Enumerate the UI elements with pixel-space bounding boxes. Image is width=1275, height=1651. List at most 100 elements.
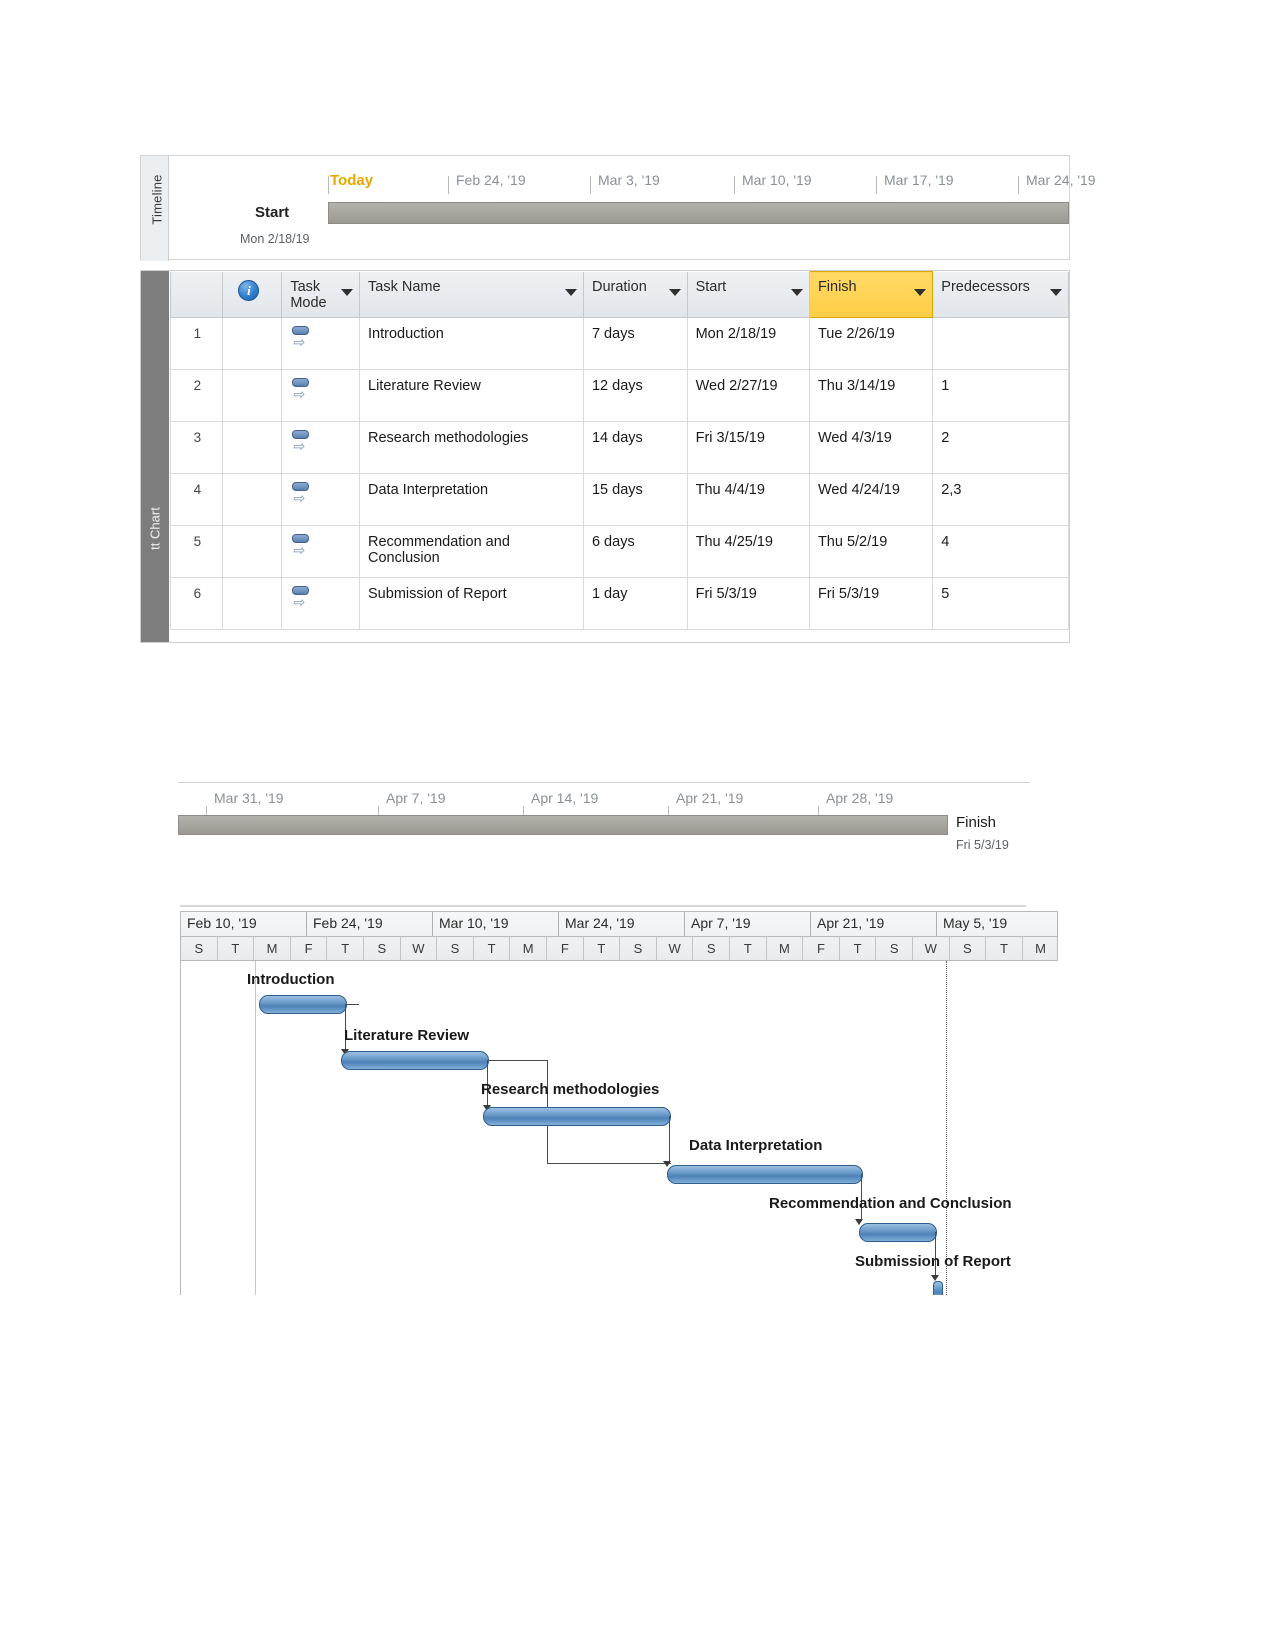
timeline-side-tab[interactable]: Timeline: [141, 156, 169, 261]
row-predecessors[interactable]: 4: [932, 524, 1069, 578]
timeline-canvas[interactable]: Today Feb 24, '19 Mar 3, '19 Mar 10, '19…: [170, 156, 1096, 259]
table-row[interactable]: 1 ⇨ Introduction 7 days Mon 2/18/19 Tue …: [170, 316, 1069, 370]
column-header-id[interactable]: [170, 271, 223, 318]
timeline-date-label: Mar 10, '19: [742, 172, 812, 188]
gantt-timescale-header[interactable]: Feb 10, '19 Feb 24, '19 Mar 10, '19 Mar …: [180, 911, 1058, 961]
row-finish[interactable]: Wed 4/24/19: [808, 472, 934, 526]
chevron-down-icon[interactable]: [564, 288, 577, 296]
column-header-start[interactable]: Start: [686, 271, 810, 318]
gantt-top-rule: [180, 905, 1026, 907]
gantt-bar-data-interpretation[interactable]: [667, 1165, 863, 1184]
timeline-rule: [178, 782, 1030, 783]
row-start[interactable]: Mon 2/18/19: [686, 316, 810, 370]
timescale-day: F: [290, 936, 328, 960]
row-task-mode[interactable]: ⇨: [281, 524, 361, 578]
row-start[interactable]: Wed 2/27/19: [686, 368, 810, 422]
table-row[interactable]: 3 ⇨ Research methodologies 14 days Fri 3…: [170, 420, 1069, 474]
row-info[interactable]: [221, 576, 283, 630]
task-table-body: 1 ⇨ Introduction 7 days Mon 2/18/19 Tue …: [170, 316, 1069, 630]
chevron-down-icon[interactable]: [668, 288, 681, 296]
row-finish[interactable]: Fri 5/3/19: [808, 576, 934, 630]
timescale-week: Feb 10, '19: [181, 912, 307, 936]
bar-label: Literature Review: [344, 1027, 470, 1044]
row-info[interactable]: [221, 420, 283, 474]
row-task-mode[interactable]: ⇨: [281, 316, 361, 370]
row-task-mode[interactable]: ⇨: [281, 420, 361, 474]
gantt-chart-side-tab[interactable]: tt Chart: [141, 271, 169, 642]
row-duration[interactable]: 6 days: [582, 524, 688, 578]
row-start[interactable]: Thu 4/4/19: [686, 472, 810, 526]
column-header-task-mode[interactable]: Task Mode: [281, 271, 361, 318]
row-task-name[interactable]: Literature Review: [359, 368, 584, 422]
row-info[interactable]: [221, 316, 283, 370]
chevron-down-icon[interactable]: [341, 288, 354, 296]
row-start[interactable]: Thu 4/25/19: [686, 524, 810, 578]
row-info[interactable]: [221, 472, 283, 526]
row-duration[interactable]: 12 days: [582, 368, 688, 422]
row-finish[interactable]: Wed 4/3/19: [808, 420, 934, 474]
row-predecessors[interactable]: 2,3: [932, 472, 1069, 526]
table-header-row: i Task Mode Task Name Duration Start Fin…: [170, 271, 1069, 318]
dependency-link: [487, 1060, 547, 1061]
row-task-name[interactable]: Recommendation and Conclusion: [359, 524, 584, 578]
gantt-bar-recommendation-and-conclusion[interactable]: [859, 1223, 937, 1242]
column-header-finish[interactable]: Finish: [808, 271, 934, 318]
row-task-name[interactable]: Introduction: [359, 316, 584, 370]
column-header-task-name[interactable]: Task Name: [359, 271, 584, 318]
row-start[interactable]: Fri 3/15/19: [686, 420, 810, 474]
row-task-mode[interactable]: ⇨: [281, 576, 361, 630]
timeline-span-bar[interactable]: [328, 202, 1069, 224]
gantt-bar-submission-of-report[interactable]: [933, 1281, 943, 1295]
row-start[interactable]: Fri 5/3/19: [686, 576, 810, 630]
timescale-day: T: [839, 936, 877, 960]
timescale-day: M: [1022, 936, 1057, 960]
timeline-date-label: Apr 7, '19: [386, 790, 446, 806]
chevron-down-icon[interactable]: [914, 289, 927, 296]
timescale-day: S: [181, 936, 218, 960]
timeline-span-bar[interactable]: [178, 815, 948, 835]
timescale-day: T: [986, 936, 1023, 960]
column-header-task-mode-label: Task Mode: [290, 278, 327, 311]
timescale-day: M: [766, 936, 804, 960]
row-task-name[interactable]: Data Interpretation: [359, 472, 584, 526]
gantt-bar-literature-review[interactable]: [341, 1051, 489, 1070]
column-header-task-name-label: Task Name: [368, 278, 441, 295]
table-row[interactable]: 6 ⇨ Submission of Report 1 day Fri 5/3/1…: [170, 576, 1069, 630]
row-predecessors[interactable]: [932, 316, 1069, 370]
row-task-mode[interactable]: ⇨: [281, 368, 361, 422]
task-table[interactable]: i Task Mode Task Name Duration Start Fin…: [170, 271, 1069, 630]
gantt-chart: Feb 10, '19 Feb 24, '19 Mar 10, '19 Mar …: [180, 905, 1059, 1295]
row-task-name[interactable]: Research methodologies: [359, 420, 584, 474]
table-row[interactable]: 5 ⇨ Recommendation and Conclusion 6 days…: [170, 524, 1069, 578]
timescale-week: Feb 24, '19: [307, 912, 433, 936]
row-info[interactable]: [221, 368, 283, 422]
dependency-link: [547, 1163, 671, 1164]
row-predecessors[interactable]: 2: [932, 420, 1069, 474]
row-finish[interactable]: Thu 3/14/19: [808, 368, 934, 422]
row-duration[interactable]: 7 days: [582, 316, 688, 370]
row-task-name[interactable]: Submission of Report: [359, 576, 584, 630]
gantt-bar-introduction[interactable]: [259, 995, 347, 1014]
chevron-down-icon[interactable]: [1050, 288, 1062, 296]
gantt-body[interactable]: Introduction Literature Review Research …: [180, 961, 1059, 1295]
table-row[interactable]: 4 ⇨ Data Interpretation 15 days Thu 4/4/…: [170, 472, 1069, 526]
column-header-duration[interactable]: Duration: [582, 271, 688, 318]
timeline-tick: [734, 176, 735, 194]
row-duration[interactable]: 14 days: [582, 420, 688, 474]
row-duration[interactable]: 15 days: [582, 472, 688, 526]
column-header-info[interactable]: i: [221, 271, 283, 318]
table-row[interactable]: 2 ⇨ Literature Review 12 days Wed 2/27/1…: [170, 368, 1069, 422]
gantt-bar-research-methodologies[interactable]: [483, 1107, 671, 1126]
timescale-day: F: [803, 936, 840, 960]
row-predecessors[interactable]: 1: [932, 368, 1069, 422]
row-finish[interactable]: Tue 2/26/19: [808, 316, 934, 370]
timescale-day: F: [547, 936, 584, 960]
column-header-predecessors[interactable]: Predecessors: [932, 271, 1069, 318]
timescale-week: Apr 21, '19: [811, 912, 937, 936]
row-finish[interactable]: Thu 5/2/19: [808, 524, 934, 578]
row-task-mode[interactable]: ⇨: [281, 472, 361, 526]
row-duration[interactable]: 1 day: [582, 576, 688, 630]
chevron-down-icon[interactable]: [790, 288, 803, 296]
row-info[interactable]: [221, 524, 283, 578]
row-predecessors[interactable]: 5: [932, 576, 1069, 630]
